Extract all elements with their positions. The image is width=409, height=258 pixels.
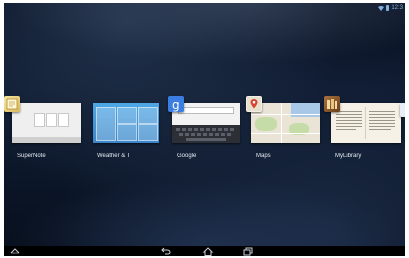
status-time: 12:3: [391, 5, 403, 11]
map-road: [251, 133, 320, 134]
app-thumbnail[interactable]: [331, 103, 401, 143]
svg-text:g: g: [172, 98, 180, 112]
map-park: [255, 117, 277, 131]
weather-panel: [96, 107, 116, 141]
recent-apps-list: SuperNote Weather & T g Google Maps MyLi…: [4, 96, 405, 166]
recent-app-label: SuperNote: [17, 153, 46, 159]
recent-apps-icon[interactable]: [241, 246, 255, 256]
next-app-card-edge[interactable]: [400, 103, 405, 117]
weather-panel: [117, 124, 137, 141]
navigation-bar: [4, 246, 405, 256]
recent-app-label: Maps: [256, 153, 271, 159]
supernote-icon: [4, 96, 20, 112]
maps-icon: [246, 96, 262, 112]
weather-panel: [138, 107, 158, 124]
back-icon[interactable]: [159, 246, 173, 256]
home-icon[interactable]: [201, 246, 215, 256]
note-page: [46, 113, 57, 127]
google-icon: g: [168, 96, 184, 112]
mylibrary-icon: [324, 96, 340, 112]
recent-app-label: Google: [177, 153, 197, 159]
thumbnail-toolbar: [12, 137, 81, 143]
wallpaper: 12:3 SuperNote Weather & T g Google Maps…: [4, 3, 405, 246]
status-bar: 12:3: [378, 4, 403, 12]
book-spine: [365, 107, 366, 139]
search-field: [178, 107, 234, 114]
recent-app-label: MyLibrary: [335, 153, 362, 159]
recent-app-label: Weather & T: [97, 153, 131, 159]
wallpaper-clouds: [4, 3, 405, 63]
app-thumbnail[interactable]: [12, 103, 81, 143]
keyboard: [172, 125, 240, 143]
weather-panel: [138, 124, 158, 141]
note-page: [34, 113, 45, 127]
wifi-icon: [378, 5, 385, 11]
collapse-chevron-icon[interactable]: [8, 246, 22, 256]
note-page: [58, 113, 69, 127]
map-road: [281, 103, 282, 143]
weather-panel: [117, 107, 137, 124]
wallpaper-glow: [4, 176, 405, 246]
tablet-screen: 12:3 SuperNote Weather & T g Google Maps…: [4, 3, 405, 256]
map-road: [251, 114, 320, 115]
app-thumbnail[interactable]: [93, 103, 159, 143]
battery-icon: [386, 5, 390, 11]
